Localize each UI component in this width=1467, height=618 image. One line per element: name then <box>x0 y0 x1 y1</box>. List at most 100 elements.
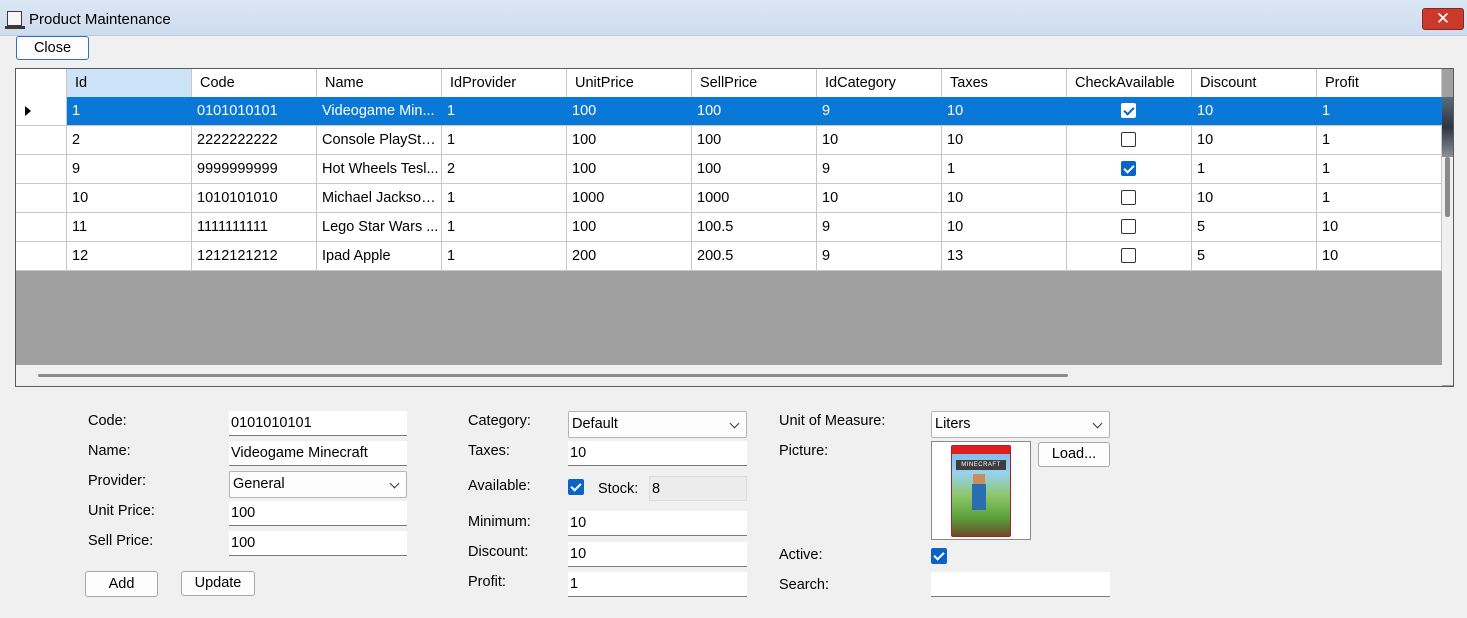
row-header[interactable] <box>16 155 67 183</box>
column-header[interactable]: Id <box>67 69 192 97</box>
available-checkbox-cell[interactable] <box>1121 248 1136 263</box>
table-cell[interactable]: 100 <box>567 126 692 154</box>
table-cell[interactable]: Videogame Min... <box>317 97 442 125</box>
table-cell[interactable]: 1010101010 <box>192 184 317 212</box>
table-cell[interactable]: 2 <box>442 155 567 183</box>
table-cell[interactable]: Hot Wheels Tesl... <box>317 155 442 183</box>
table-cell[interactable]: 9999999999 <box>192 155 317 183</box>
available-cell[interactable] <box>1067 126 1192 154</box>
table-cell[interactable]: 100 <box>567 155 692 183</box>
row-header[interactable] <box>16 97 67 125</box>
column-header[interactable]: Profit <box>1317 69 1442 97</box>
table-cell[interactable]: 200.5 <box>692 242 817 270</box>
table-row[interactable]: 1 0101010101 Videogame Min... 1 100 100 9 10 10 1 <box>16 97 1446 126</box>
table-cell[interactable]: 1 <box>1317 97 1442 125</box>
horizontal-scroll-thumb[interactable] <box>38 374 1068 377</box>
table-cell[interactable]: 1000 <box>692 184 817 212</box>
table-cell[interactable]: 1 <box>1317 155 1442 183</box>
table-cell[interactable]: 9 <box>67 155 192 183</box>
table-cell[interactable]: 10 <box>1317 242 1442 270</box>
table-row[interactable]: 2 2222222222 Console PlaySta... 1 100 100 10 10… <box>16 126 1446 155</box>
sell-price-field[interactable]: 100 <box>229 531 407 556</box>
horizontal-scrollbar[interactable] <box>16 365 1442 386</box>
column-header[interactable]: IdCategory <box>817 69 942 97</box>
available-cell[interactable] <box>1067 213 1192 241</box>
column-header[interactable]: Taxes <box>942 69 1067 97</box>
load-picture-button[interactable]: Load... <box>1038 442 1110 467</box>
table-row[interactable]: 9 9999999999 Hot Wheels Tesl... 2 100 100 9 1 1 1 <box>16 155 1446 184</box>
column-header[interactable]: CheckAvailable <box>1067 69 1192 97</box>
available-checkbox-cell[interactable] <box>1121 190 1136 205</box>
table-cell[interactable]: 10 <box>942 213 1067 241</box>
table-cell[interactable]: 1212121212 <box>192 242 317 270</box>
table-row[interactable]: 10 1010101010 Michael Jackson... 1 1000 1000 1… <box>16 184 1446 213</box>
table-cell[interactable]: 1 <box>942 155 1067 183</box>
table-cell[interactable]: 1 <box>442 213 567 241</box>
column-header[interactable]: Discount <box>1192 69 1317 97</box>
table-cell[interactable]: 2222222222 <box>192 126 317 154</box>
vertical-scroll-thumb[interactable] <box>1445 157 1450 217</box>
table-cell[interactable]: 9 <box>817 97 942 125</box>
table-cell[interactable]: 1000 <box>567 184 692 212</box>
column-header[interactable]: UnitPrice <box>567 69 692 97</box>
table-cell[interactable]: 13 <box>942 242 1067 270</box>
available-cell[interactable] <box>1067 242 1192 270</box>
table-cell[interactable]: Lego Star Wars ... <box>317 213 442 241</box>
row-header[interactable] <box>16 126 67 154</box>
table-cell[interactable]: 1 <box>1192 155 1317 183</box>
table-row[interactable]: 12 1212121212 Ipad Apple 1 200 200.5 9 13 5 10 <box>16 242 1446 271</box>
table-cell[interactable]: 5 <box>1192 242 1317 270</box>
table-cell[interactable]: 9 <box>817 155 942 183</box>
table-cell[interactable]: 5 <box>1192 213 1317 241</box>
table-cell[interactable]: 1 <box>442 126 567 154</box>
table-cell[interactable]: 10 <box>1192 126 1317 154</box>
profit-field[interactable]: 1 <box>568 572 747 597</box>
table-cell[interactable]: 1 <box>67 97 192 125</box>
row-header[interactable] <box>16 242 67 270</box>
table-cell[interactable]: 10 <box>1192 97 1317 125</box>
unit-price-field[interactable]: 100 <box>229 501 407 526</box>
products-grid[interactable]: Id Code Name IdProvider UnitPrice SellPrice Id… <box>15 68 1454 387</box>
table-cell[interactable]: 1111111111 <box>192 213 317 241</box>
table-cell[interactable]: 10 <box>942 126 1067 154</box>
available-cell[interactable] <box>1067 155 1192 183</box>
table-cell[interactable]: 100 <box>692 155 817 183</box>
row-header[interactable] <box>16 184 67 212</box>
table-cell[interactable]: 1 <box>1317 126 1442 154</box>
table-cell[interactable]: 1 <box>1317 184 1442 212</box>
table-cell[interactable]: 10 <box>942 184 1067 212</box>
table-cell[interactable]: 11 <box>67 213 192 241</box>
available-checkbox-cell[interactable] <box>1121 103 1136 118</box>
table-cell[interactable]: 1 <box>442 242 567 270</box>
add-button[interactable]: Add <box>85 571 158 597</box>
table-cell[interactable]: 100 <box>567 97 692 125</box>
available-checkbox-cell[interactable] <box>1121 219 1136 234</box>
update-button[interactable]: Update <box>181 571 255 596</box>
available-checkbox-cell[interactable] <box>1121 132 1136 147</box>
table-cell[interactable]: 100.5 <box>692 213 817 241</box>
close-button[interactable]: Close <box>16 36 89 60</box>
table-cell[interactable]: 10 <box>1192 184 1317 212</box>
minimum-field[interactable]: 10 <box>568 511 747 536</box>
table-cell[interactable]: Ipad Apple <box>317 242 442 270</box>
column-header[interactable]: Code <box>192 69 317 97</box>
table-cell[interactable]: 100 <box>692 97 817 125</box>
table-cell[interactable]: 9 <box>817 213 942 241</box>
unit-of-measure-select[interactable]: Liters <box>931 411 1110 438</box>
column-header[interactable]: Name <box>317 69 442 97</box>
table-cell[interactable]: 1 <box>442 97 567 125</box>
table-row[interactable]: 11 1111111111 Lego Star Wars ... 1 100 100.5 9… <box>16 213 1446 242</box>
available-cell[interactable] <box>1067 184 1192 212</box>
column-header[interactable]: SellPrice <box>692 69 817 97</box>
table-cell[interactable]: 10 <box>942 97 1067 125</box>
available-checkbox[interactable] <box>568 479 584 495</box>
code-field[interactable]: 0101010101 <box>229 411 407 436</box>
table-cell[interactable]: Michael Jackson... <box>317 184 442 212</box>
provider-select[interactable]: General <box>229 471 407 498</box>
table-cell[interactable]: 12 <box>67 242 192 270</box>
table-cell[interactable]: Console PlaySta... <box>317 126 442 154</box>
available-cell[interactable] <box>1067 97 1192 125</box>
table-cell[interactable]: 1 <box>442 184 567 212</box>
search-field[interactable] <box>931 572 1110 597</box>
table-cell[interactable]: 200 <box>567 242 692 270</box>
